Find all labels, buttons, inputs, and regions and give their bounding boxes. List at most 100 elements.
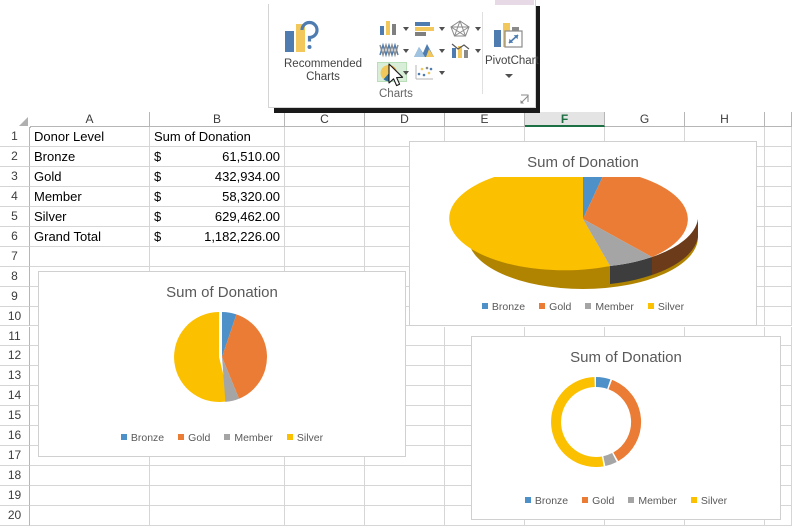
row-header-16[interactable]: 16 <box>0 426 30 447</box>
pie-2d-graphic <box>174 312 268 402</box>
cell-B20[interactable] <box>150 506 285 526</box>
currency-amount: 629,462.00 <box>214 208 280 224</box>
row-header-12[interactable]: 12 <box>0 346 30 367</box>
chart-title: Sum of Donation <box>570 349 682 366</box>
cell-A19[interactable] <box>30 486 150 507</box>
legend-item-silver: Silver <box>286 432 323 444</box>
row-header-20[interactable]: 20 <box>0 506 30 526</box>
currency-symbol: $ <box>154 228 162 244</box>
legend-label-gold: Gold <box>188 432 211 444</box>
row-header-11[interactable]: 11 <box>0 326 30 347</box>
legend-swatch-silver <box>690 497 697 503</box>
cell-2[interactable] <box>765 146 792 167</box>
row-header-10[interactable]: 10 <box>0 306 30 327</box>
row-header-9[interactable]: 9 <box>0 286 30 307</box>
line-chart-icon <box>379 42 399 58</box>
column-header-g[interactable]: G <box>605 112 685 127</box>
chart-legend: Bronze Gold Member Silver <box>472 495 780 507</box>
cell-A20[interactable] <box>30 506 150 526</box>
currency-symbol: $ <box>154 188 162 204</box>
cell-8[interactable] <box>765 266 792 287</box>
insert-bar-chart-button[interactable] <box>412 18 442 38</box>
cell-C18[interactable] <box>285 466 365 487</box>
recommended-charts-icon <box>285 20 319 52</box>
cell-C4[interactable] <box>285 186 365 207</box>
chart-3d-pie[interactable]: Sum of Donation Bronze Gold Member Silver <box>409 141 757 326</box>
pivotchart-dropdown-caret-icon[interactable] <box>505 74 513 78</box>
scatter-chart-dropdown-caret-icon[interactable] <box>439 71 445 75</box>
row-header-17[interactable]: 17 <box>0 446 30 467</box>
legend-swatch-bronze <box>524 497 531 503</box>
line-chart-dropdown-caret-icon[interactable] <box>403 49 409 53</box>
combo-chart-dropdown-caret-icon[interactable] <box>475 49 481 53</box>
column-header-c[interactable]: C <box>285 112 365 127</box>
pie-chart-dropdown-caret-icon[interactable] <box>403 71 409 75</box>
cell-B18[interactable] <box>150 466 285 487</box>
cell-value-B4: $58,320.00 <box>150 187 285 207</box>
cell-3[interactable] <box>765 166 792 187</box>
cell-B7[interactable] <box>150 246 285 267</box>
cell-C5[interactable] <box>285 206 365 227</box>
bar-chart-dropdown-caret-icon[interactable] <box>439 27 445 31</box>
row-header-8[interactable]: 8 <box>0 266 30 287</box>
cell-A7[interactable] <box>30 246 150 267</box>
cell-10[interactable] <box>765 306 792 327</box>
cell-D18[interactable] <box>365 466 445 487</box>
row-header-2[interactable]: 2 <box>0 146 30 167</box>
column-header-a[interactable]: A <box>30 112 150 127</box>
row-header-15[interactable]: 15 <box>0 406 30 427</box>
cell-D20[interactable] <box>365 506 445 526</box>
ribbon-charts-group[interactable]: Recommended Charts Charts PivotChart <box>268 0 539 108</box>
column-chart-dropdown-caret-icon[interactable] <box>403 27 409 31</box>
cell-5[interactable] <box>765 206 792 227</box>
column-header-h[interactable]: H <box>685 112 765 127</box>
cell-7[interactable] <box>765 246 792 267</box>
row-header-7[interactable]: 7 <box>0 246 30 267</box>
cell-D19[interactable] <box>365 486 445 507</box>
cell-C20[interactable] <box>285 506 365 526</box>
column-header-blank[interactable] <box>765 112 792 127</box>
cell-9[interactable] <box>765 286 792 307</box>
insert-area-chart-button[interactable] <box>412 40 442 60</box>
bar-chart-icon <box>415 22 434 36</box>
row-header-19[interactable]: 19 <box>0 486 30 507</box>
cell-C19[interactable] <box>285 486 365 507</box>
column-header-b[interactable]: B <box>150 112 285 127</box>
chart-2d-pie[interactable]: Sum of Donation Bronze Gold Member Silver <box>38 271 406 457</box>
row-header-5[interactable]: 5 <box>0 206 30 227</box>
cell-4[interactable] <box>765 186 792 207</box>
column-header-d[interactable]: D <box>365 112 445 127</box>
recommended-charts-button[interactable]: Recommended Charts <box>275 18 371 84</box>
cell-C7[interactable] <box>285 246 365 267</box>
row-header-1[interactable]: 1 <box>0 127 30 147</box>
dialog-box-launcher-icon[interactable] <box>520 94 530 104</box>
insert-scatter-chart-button[interactable] <box>412 62 442 82</box>
cell-C2[interactable] <box>285 146 365 167</box>
cell-value-A5: Silver <box>34 208 67 224</box>
row-header-3[interactable]: 3 <box>0 166 30 187</box>
legend-item-gold: Gold <box>582 495 614 507</box>
insert-radar-chart-button[interactable] <box>448 18 478 38</box>
cell-B19[interactable] <box>150 486 285 507</box>
column-header-e[interactable]: E <box>445 112 525 127</box>
cell-C3[interactable] <box>285 166 365 187</box>
charts-group-label: Charts <box>379 88 413 100</box>
insert-combo-chart-button[interactable] <box>448 40 478 60</box>
select-all-corner[interactable] <box>0 112 31 128</box>
area-chart-dropdown-caret-icon[interactable] <box>439 49 445 53</box>
row-header-13[interactable]: 13 <box>0 366 30 387</box>
chart-doughnut[interactable]: Sum of Donation Bronze Gold Member Silver <box>471 336 781 520</box>
column-header-f[interactable]: F <box>525 112 605 127</box>
cell-C6[interactable] <box>285 226 365 247</box>
cell-1[interactable] <box>765 127 792 147</box>
row-header-6[interactable]: 6 <box>0 226 30 247</box>
cell-C1[interactable] <box>285 127 365 147</box>
row-header-14[interactable]: 14 <box>0 386 30 407</box>
cell-A18[interactable] <box>30 466 150 487</box>
cell-6[interactable] <box>765 226 792 247</box>
row-header-4[interactable]: 4 <box>0 186 30 207</box>
legend-item-member: Member <box>224 432 273 444</box>
row-header-18[interactable]: 18 <box>0 466 30 487</box>
radar-chart-dropdown-caret-icon[interactable] <box>475 27 481 31</box>
pivotchart-button[interactable]: PivotChart <box>485 18 539 82</box>
